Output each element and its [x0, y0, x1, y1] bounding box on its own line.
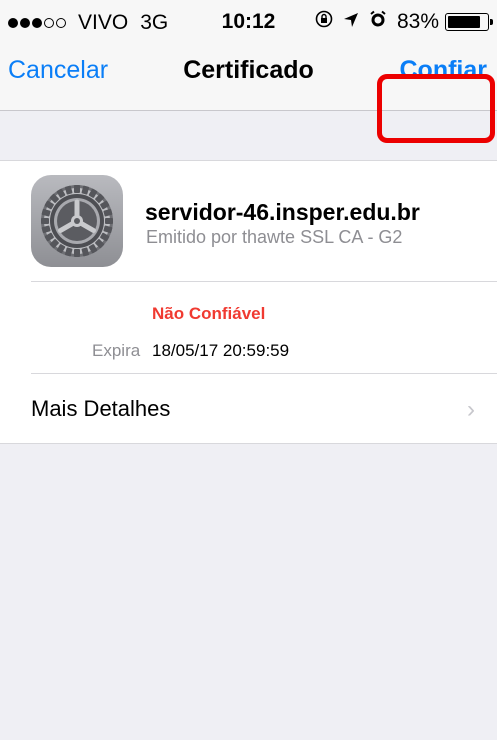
- chevron-right-icon: ›: [467, 396, 475, 423]
- more-details-label: Mais Detalhes: [31, 396, 171, 421]
- divider: [31, 281, 497, 282]
- certificate-issuer: Emitido por thawte SSL CA - G2: [146, 227, 403, 247]
- alarm-icon: [369, 10, 387, 34]
- battery-icon: [445, 13, 493, 31]
- location-arrow-icon: [343, 10, 359, 34]
- settings-gear-icon: [31, 175, 123, 267]
- certificate-card: servidor-46.insper.edu.br Emitido por th…: [0, 160, 497, 444]
- navigation-bar: Cancelar Certificado Confiar: [0, 40, 497, 143]
- battery-fill: [448, 16, 480, 28]
- expires-value: 18/05/17 20:59:59: [152, 341, 290, 360]
- more-details-row[interactable]: Mais Detalhes ›: [0, 374, 497, 442]
- expires-label: Expira: [92, 341, 141, 360]
- certificate-name: servidor-46.insper.edu.br: [145, 199, 420, 225]
- trust-status-label: Não Confiável: [152, 304, 266, 323]
- battery-tip: [490, 19, 493, 25]
- status-bar: VIVO 3G 10:12 83%: [0, 0, 497, 40]
- highlight-annotation: [377, 74, 495, 143]
- orientation-lock-icon: [315, 10, 333, 34]
- battery-percent: 83%: [396, 10, 439, 33]
- status-right: 83%: [315, 10, 493, 34]
